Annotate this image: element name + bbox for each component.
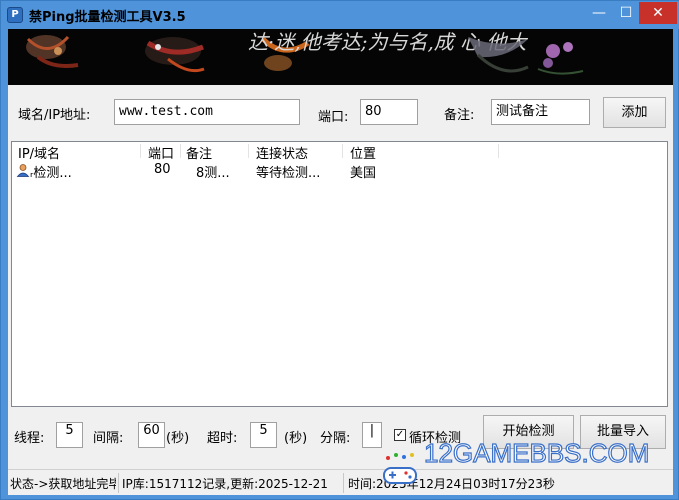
cell-note: 8测...	[196, 166, 230, 181]
column-divider[interactable]	[498, 144, 499, 158]
status-divider	[343, 473, 344, 493]
host-input[interactable]: www.test.com	[114, 99, 300, 125]
status-state: 状态->获取地址完毕	[10, 477, 116, 491]
cell-host: ᵣ检测...	[30, 166, 72, 181]
column-port[interactable]: 端口	[148, 143, 174, 162]
host-label: 域名/IP地址:	[18, 108, 91, 123]
client-area: 达·迷,他考达;为与名,成 心 他大 域名/IP地址: www.test.com…	[8, 29, 673, 495]
column-note[interactable]: 备注	[186, 143, 212, 162]
banner-artwork: 达·迷,他考达;为与名,成 心 他大	[8, 29, 673, 85]
table-row[interactable]: ᵣ检测... 80 8测... 等待检测... 美国	[12, 161, 667, 181]
cell-status: 等待检测...	[256, 166, 321, 181]
status-divider	[118, 473, 119, 493]
timeout-label: 超时:	[207, 431, 238, 446]
note-label: 备注:	[444, 108, 475, 123]
cell-location: 美国	[350, 166, 377, 181]
port-label: 端口:	[318, 110, 349, 125]
note-input[interactable]: 测试备注	[491, 99, 590, 125]
divider-input[interactable]: |	[362, 422, 382, 448]
window-title: 禁Ping批量检测工具V3.5	[29, 10, 186, 25]
close-button[interactable]: ✕	[639, 2, 677, 24]
list-header: IP/域名 端口 备注 连接状态 位置	[12, 142, 667, 162]
timeout-input[interactable]: 5	[250, 422, 277, 448]
column-host[interactable]: IP/域名	[18, 143, 60, 162]
gamepad-logo-icon	[383, 453, 417, 484]
watermark-text: 12GAMEBBS.COM	[423, 437, 650, 468]
column-status[interactable]: 连接状态	[256, 143, 308, 162]
interval-unit: (秒)	[166, 431, 190, 446]
interval-label: 间隔:	[93, 431, 124, 446]
port-input[interactable]: 80	[360, 99, 418, 125]
threads-input[interactable]: 5	[56, 422, 83, 448]
timeout-unit: (秒)	[284, 431, 308, 446]
column-divider[interactable]	[248, 144, 249, 158]
minimize-button[interactable]: —	[585, 2, 613, 24]
interval-input[interactable]: 60	[138, 422, 165, 448]
app-window: P 禁Ping批量检测工具V3.5 — ☐ ✕ 达·迷,他考达;为与名,成 心 …	[0, 0, 679, 500]
threads-label: 线程:	[14, 431, 45, 446]
column-divider[interactable]	[180, 144, 181, 158]
status-bar: 状态->获取地址完毕 IP库:1517112记录,更新:2025-12-21 时…	[8, 469, 673, 495]
column-divider[interactable]	[342, 144, 343, 158]
add-button[interactable]: 添加	[603, 97, 666, 128]
status-ipdb: IP库:1517112记录,更新:2025-12-21	[122, 477, 328, 491]
banner-image: 达·迷,他考达;为与名,成 心 他大	[8, 29, 673, 85]
cell-port: 80	[154, 162, 171, 177]
app-icon: P	[7, 7, 23, 23]
column-divider[interactable]	[140, 144, 141, 158]
maximize-button[interactable]: ☐	[613, 2, 639, 24]
loop-checkbox[interactable]: ✓	[394, 429, 406, 441]
divider-label: 分隔:	[320, 431, 351, 446]
title-bar[interactable]: P 禁Ping批量检测工具V3.5 — ☐ ✕	[1, 1, 679, 29]
column-location[interactable]: 位置	[350, 143, 376, 162]
user-icon	[16, 164, 30, 177]
host-list[interactable]: IP/域名 端口 备注 连接状态 位置 ᵣ检测... 80 8测... 等待检测…	[11, 141, 668, 407]
